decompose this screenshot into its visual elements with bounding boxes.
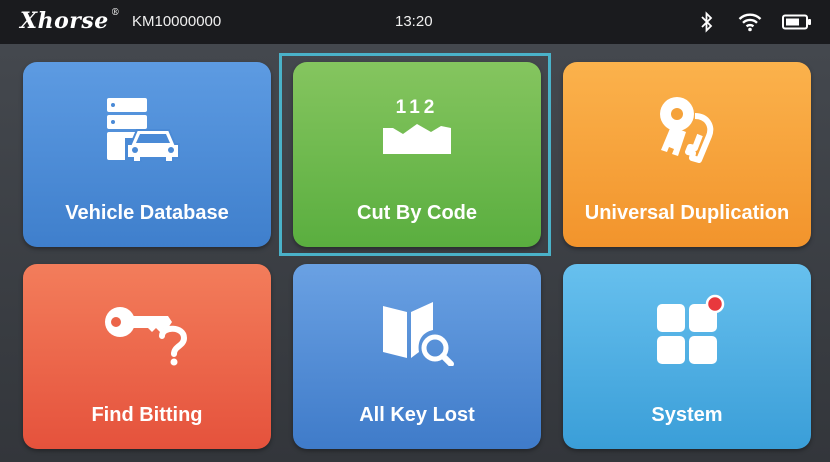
tile-label: Vehicle Database <box>65 202 229 224</box>
universal-duplication-tile[interactable]: Universal Duplication <box>563 62 811 247</box>
tile-label: System <box>651 404 723 426</box>
brand-logo: Xhorse ® <box>20 8 121 34</box>
key-question-icon <box>105 307 188 366</box>
status-bar: Xhorse ® KM10000000 13:20 <box>0 0 830 44</box>
vehicle-database-icon <box>107 98 180 162</box>
keys-icon <box>660 97 714 163</box>
book-search-icon <box>383 302 454 366</box>
cut-by-code-tile[interactable]: 112 Cut By Code <box>293 62 541 247</box>
wifi-icon <box>738 13 762 32</box>
clock: 13:20 <box>395 13 433 30</box>
device-serial: KM10000000 <box>132 13 222 30</box>
all-key-lost-tile[interactable]: All Key Lost <box>293 264 541 449</box>
system-tile[interactable]: System <box>563 264 811 449</box>
tile-label: Cut By Code <box>357 202 477 224</box>
cut-by-code-icon: 112 <box>383 97 451 154</box>
find-bitting-tile[interactable]: Find Bitting <box>23 264 271 449</box>
battery-icon <box>782 14 811 30</box>
cut-code-digits: 112 <box>396 97 439 118</box>
apps-grid-icon <box>657 294 725 364</box>
vehicle-database-tile[interactable]: Vehicle Database <box>23 62 271 247</box>
tile-label: Find Bitting <box>91 404 203 426</box>
notification-dot-icon <box>705 294 725 314</box>
bluetooth-icon <box>701 11 713 33</box>
tile-label: All Key Lost <box>359 404 475 426</box>
tile-label: Universal Duplication <box>584 202 790 224</box>
